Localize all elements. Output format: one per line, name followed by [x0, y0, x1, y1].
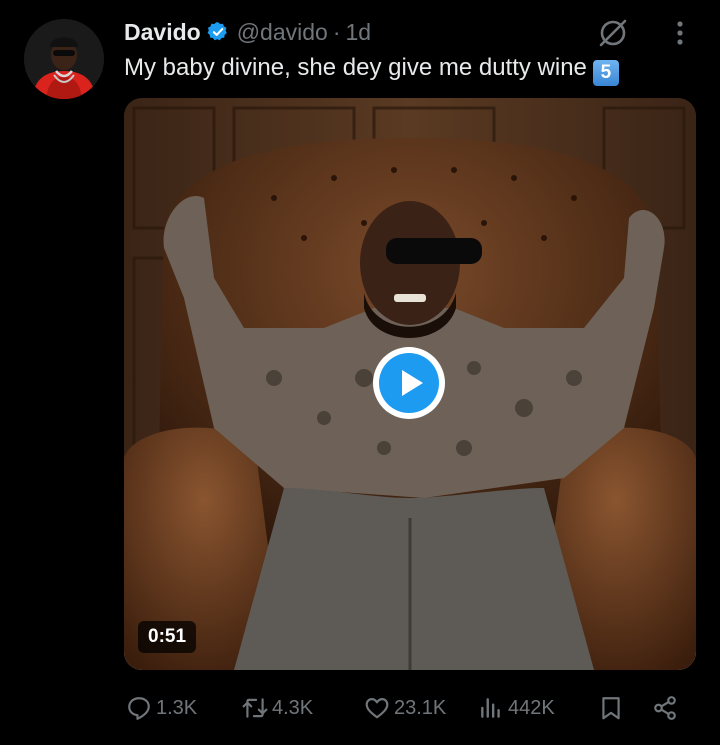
- more-icon[interactable]: [668, 18, 692, 48]
- grok-icon[interactable]: [596, 16, 630, 50]
- reply-button[interactable]: 1.3K: [126, 688, 197, 728]
- reply-count: 1.3K: [156, 696, 198, 719]
- action-bar: 1.3K 4.3K 23.1K 442K: [0, 688, 720, 728]
- video-duration-badge: 0:51: [138, 621, 197, 653]
- bookmark-icon: [602, 697, 620, 720]
- keycap-five-emoji: 5: [592, 60, 619, 86]
- heart-icon: [365, 698, 389, 719]
- like-count: 23.1K: [394, 696, 447, 719]
- play-button[interactable]: [371, 345, 447, 421]
- share-icon: [654, 696, 676, 720]
- share-button[interactable]: [652, 688, 682, 728]
- views-button[interactable]: 442K: [478, 688, 555, 728]
- retweet-icon: [242, 698, 268, 718]
- avatar[interactable]: [24, 19, 104, 99]
- tweet-header: Davido @davido · 1d: [124, 16, 371, 48]
- verified-badge-icon: [207, 22, 227, 41]
- retweet-button[interactable]: 4.3K: [242, 688, 313, 728]
- avatar-image: [24, 19, 104, 99]
- retweet-count: 4.3K: [272, 696, 314, 719]
- like-button[interactable]: 23.1K: [364, 688, 446, 728]
- views-count: 442K: [508, 696, 555, 719]
- timestamp[interactable]: 1d: [345, 19, 371, 46]
- separator-dot: ·: [332, 18, 341, 45]
- bookmark-button[interactable]: [598, 688, 628, 728]
- tweet-text-content: My baby divine, she dey give me dutty wi…: [124, 54, 587, 81]
- views-icon: [481, 698, 500, 718]
- author-name[interactable]: Davido: [124, 19, 201, 46]
- reply-icon: [128, 697, 150, 720]
- author-handle[interactable]: @davido: [237, 19, 328, 46]
- tweet-text: My baby divine, she dey give me dutty wi…: [124, 54, 619, 86]
